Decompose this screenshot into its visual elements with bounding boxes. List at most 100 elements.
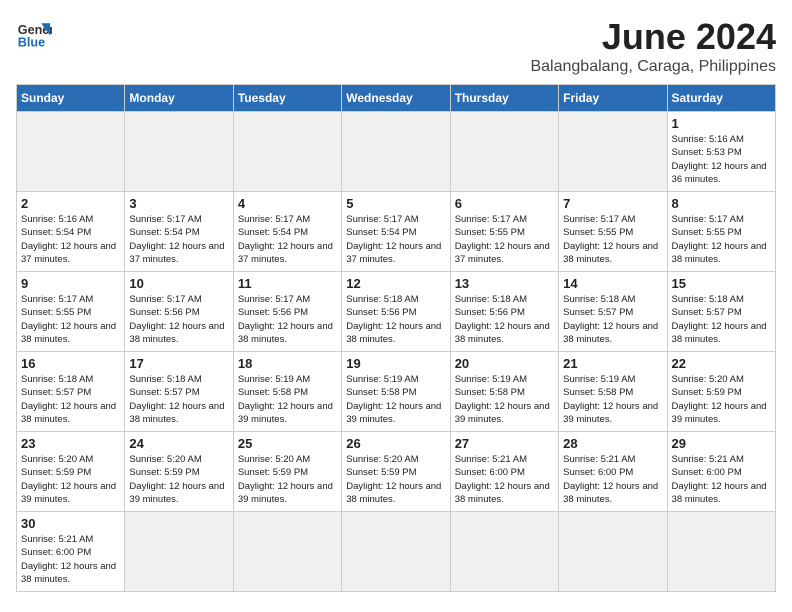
day-number: 4 — [238, 196, 337, 211]
day-info: Sunrise: 5:21 AMSunset: 6:00 PMDaylight:… — [21, 533, 120, 586]
header: General Blue June 2024 Balangbalang, Car… — [16, 16, 776, 76]
day-number: 12 — [346, 276, 445, 291]
calendar-cell: 25Sunrise: 5:20 AMSunset: 5:59 PMDayligh… — [233, 432, 341, 512]
calendar-cell: 18 Sunrise: 5:19 AMSunset: 5:58 PMDayligh… — [233, 352, 341, 432]
calendar-cell — [450, 512, 558, 592]
day-info: Sunrise: 5:17 AMSunset: 5:55 PMDaylight:… — [563, 213, 662, 266]
day-number: 6 — [455, 196, 554, 211]
calendar-cell: 19 Sunrise: 5:19 AMSunset: 5:58 PMDayligh… — [342, 352, 450, 432]
calendar-week-5: 30 Sunrise: 5:21 AMSunset: 6:00 PMDayligh… — [17, 512, 776, 592]
day-info: Sunrise: 5:21 AMSunset: 6:00 PMDaylight:… — [563, 453, 662, 506]
day-info: Sunrise: 5:17 AMSunset: 5:54 PMDaylight:… — [238, 213, 337, 266]
calendar-week-3: 16 Sunrise: 5:18 AMSunset: 5:57 PMDayligh… — [17, 352, 776, 432]
day-number: 16 — [21, 356, 120, 371]
day-info: Sunrise: 5:20 AMSunset: 5:59 PMDaylight:… — [672, 373, 771, 426]
main-title: June 2024 — [530, 16, 776, 58]
calendar-cell: 10 Sunrise: 5:17 AMSunset: 5:56 PMDayligh… — [125, 272, 233, 352]
calendar-cell: 21 Sunrise: 5:19 AMSunset: 5:58 PMDayligh… — [559, 352, 667, 432]
calendar-cell: 20 Sunrise: 5:19 AMSunset: 5:58 PMDayligh… — [450, 352, 558, 432]
day-info: Sunrise: 5:17 AMSunset: 5:54 PMDaylight:… — [346, 213, 445, 266]
day-info: Sunrise: 5:17 AMSunset: 5:56 PMDaylight:… — [129, 293, 228, 346]
day-number: 27 — [455, 436, 554, 451]
calendar-cell: 28 Sunrise: 5:21 AMSunset: 6:00 PMDayligh… — [559, 432, 667, 512]
day-number: 10 — [129, 276, 228, 291]
calendar-cell: 13Sunrise: 5:18 AMSunset: 5:56 PMDayligh… — [450, 272, 558, 352]
title-block: June 2024 Balangbalang, Caraga, Philippi… — [530, 16, 776, 76]
weekday-header-thursday: Thursday — [450, 85, 558, 112]
weekday-header-saturday: Saturday — [667, 85, 775, 112]
calendar-table: SundayMondayTuesdayWednesdayThursdayFrid… — [16, 84, 776, 592]
calendar-cell: 17 Sunrise: 5:18 AMSunset: 5:57 PMDayligh… — [125, 352, 233, 432]
calendar-cell: 23Sunrise: 5:20 AMSunset: 5:59 PMDayligh… — [17, 432, 125, 512]
day-info: Sunrise: 5:17 AMSunset: 5:55 PMDaylight:… — [21, 293, 120, 346]
calendar-cell — [233, 112, 341, 192]
weekday-header-sunday: Sunday — [17, 85, 125, 112]
day-number: 26 — [346, 436, 445, 451]
day-info: Sunrise: 5:18 AMSunset: 5:57 PMDaylight:… — [129, 373, 228, 426]
day-number: 28 — [563, 436, 662, 451]
calendar-cell: 5 Sunrise: 5:17 AMSunset: 5:54 PMDaylight… — [342, 192, 450, 272]
day-info: Sunrise: 5:17 AMSunset: 5:55 PMDaylight:… — [455, 213, 554, 266]
day-number: 21 — [563, 356, 662, 371]
calendar-cell: 7 Sunrise: 5:17 AMSunset: 5:55 PMDaylight… — [559, 192, 667, 272]
calendar-cell: 6 Sunrise: 5:17 AMSunset: 5:55 PMDaylight… — [450, 192, 558, 272]
calendar-header: SundayMondayTuesdayWednesdayThursdayFrid… — [17, 85, 776, 112]
day-number: 15 — [672, 276, 771, 291]
calendar-week-2: 9 Sunrise: 5:17 AMSunset: 5:55 PMDaylight… — [17, 272, 776, 352]
day-number: 3 — [129, 196, 228, 211]
calendar-cell: 8 Sunrise: 5:17 AMSunset: 5:55 PMDaylight… — [667, 192, 775, 272]
calendar-cell: 24Sunrise: 5:20 AMSunset: 5:59 PMDayligh… — [125, 432, 233, 512]
day-info: Sunrise: 5:18 AMSunset: 5:56 PMDaylight:… — [455, 293, 554, 346]
day-number: 8 — [672, 196, 771, 211]
day-info: Sunrise: 5:16 AMSunset: 5:54 PMDaylight:… — [21, 213, 120, 266]
day-info: Sunrise: 5:19 AMSunset: 5:58 PMDaylight:… — [563, 373, 662, 426]
day-number: 24 — [129, 436, 228, 451]
svg-text:Blue: Blue — [18, 36, 45, 50]
calendar-cell: 2 Sunrise: 5:16 AMSunset: 5:54 PMDaylight… — [17, 192, 125, 272]
calendar-week-4: 23Sunrise: 5:20 AMSunset: 5:59 PMDayligh… — [17, 432, 776, 512]
day-number: 1 — [672, 116, 771, 131]
day-number: 9 — [21, 276, 120, 291]
calendar-cell — [125, 512, 233, 592]
calendar-cell: 14 Sunrise: 5:18 AMSunset: 5:57 PMDayligh… — [559, 272, 667, 352]
logo: General Blue — [16, 16, 52, 52]
generalblue-logo-icon: General Blue — [16, 16, 52, 52]
calendar-cell: 15 Sunrise: 5:18 AMSunset: 5:57 PMDayligh… — [667, 272, 775, 352]
day-info: Sunrise: 5:18 AMSunset: 5:57 PMDaylight:… — [21, 373, 120, 426]
day-number: 30 — [21, 516, 120, 531]
weekday-header-friday: Friday — [559, 85, 667, 112]
calendar-cell: 22 Sunrise: 5:20 AMSunset: 5:59 PMDayligh… — [667, 352, 775, 432]
calendar-cell: 9 Sunrise: 5:17 AMSunset: 5:55 PMDaylight… — [17, 272, 125, 352]
day-number: 20 — [455, 356, 554, 371]
calendar-cell: 27 Sunrise: 5:21 AMSunset: 6:00 PMDayligh… — [450, 432, 558, 512]
calendar-cell: 26 Sunrise: 5:20 AMSunset: 5:59 PMDayligh… — [342, 432, 450, 512]
calendar-cell — [233, 512, 341, 592]
day-info: Sunrise: 5:18 AMSunset: 5:57 PMDaylight:… — [672, 293, 771, 346]
day-number: 2 — [21, 196, 120, 211]
calendar-week-0: 1Sunrise: 5:16 AMSunset: 5:53 PMDaylight… — [17, 112, 776, 192]
calendar-cell — [450, 112, 558, 192]
day-number: 14 — [563, 276, 662, 291]
day-info: Sunrise: 5:19 AMSunset: 5:58 PMDaylight:… — [346, 373, 445, 426]
day-number: 5 — [346, 196, 445, 211]
day-number: 18 — [238, 356, 337, 371]
day-number: 25 — [238, 436, 337, 451]
calendar-cell — [559, 112, 667, 192]
weekday-header-monday: Monday — [125, 85, 233, 112]
day-number: 19 — [346, 356, 445, 371]
day-info: Sunrise: 5:17 AMSunset: 5:55 PMDaylight:… — [672, 213, 771, 266]
day-number: 7 — [563, 196, 662, 211]
day-info: Sunrise: 5:17 AMSunset: 5:56 PMDaylight:… — [238, 293, 337, 346]
day-info: Sunrise: 5:20 AMSunset: 5:59 PMDaylight:… — [346, 453, 445, 506]
weekday-header-row: SundayMondayTuesdayWednesdayThursdayFrid… — [17, 85, 776, 112]
day-info: Sunrise: 5:18 AMSunset: 5:57 PMDaylight:… — [563, 293, 662, 346]
day-number: 17 — [129, 356, 228, 371]
calendar-cell — [342, 112, 450, 192]
day-info: Sunrise: 5:21 AMSunset: 6:00 PMDaylight:… — [455, 453, 554, 506]
day-info: Sunrise: 5:19 AMSunset: 5:58 PMDaylight:… — [238, 373, 337, 426]
calendar-cell: 30 Sunrise: 5:21 AMSunset: 6:00 PMDayligh… — [17, 512, 125, 592]
day-info: Sunrise: 5:19 AMSunset: 5:58 PMDaylight:… — [455, 373, 554, 426]
calendar-cell: 4 Sunrise: 5:17 AMSunset: 5:54 PMDaylight… — [233, 192, 341, 272]
day-number: 22 — [672, 356, 771, 371]
calendar-body: 1Sunrise: 5:16 AMSunset: 5:53 PMDaylight… — [17, 112, 776, 592]
